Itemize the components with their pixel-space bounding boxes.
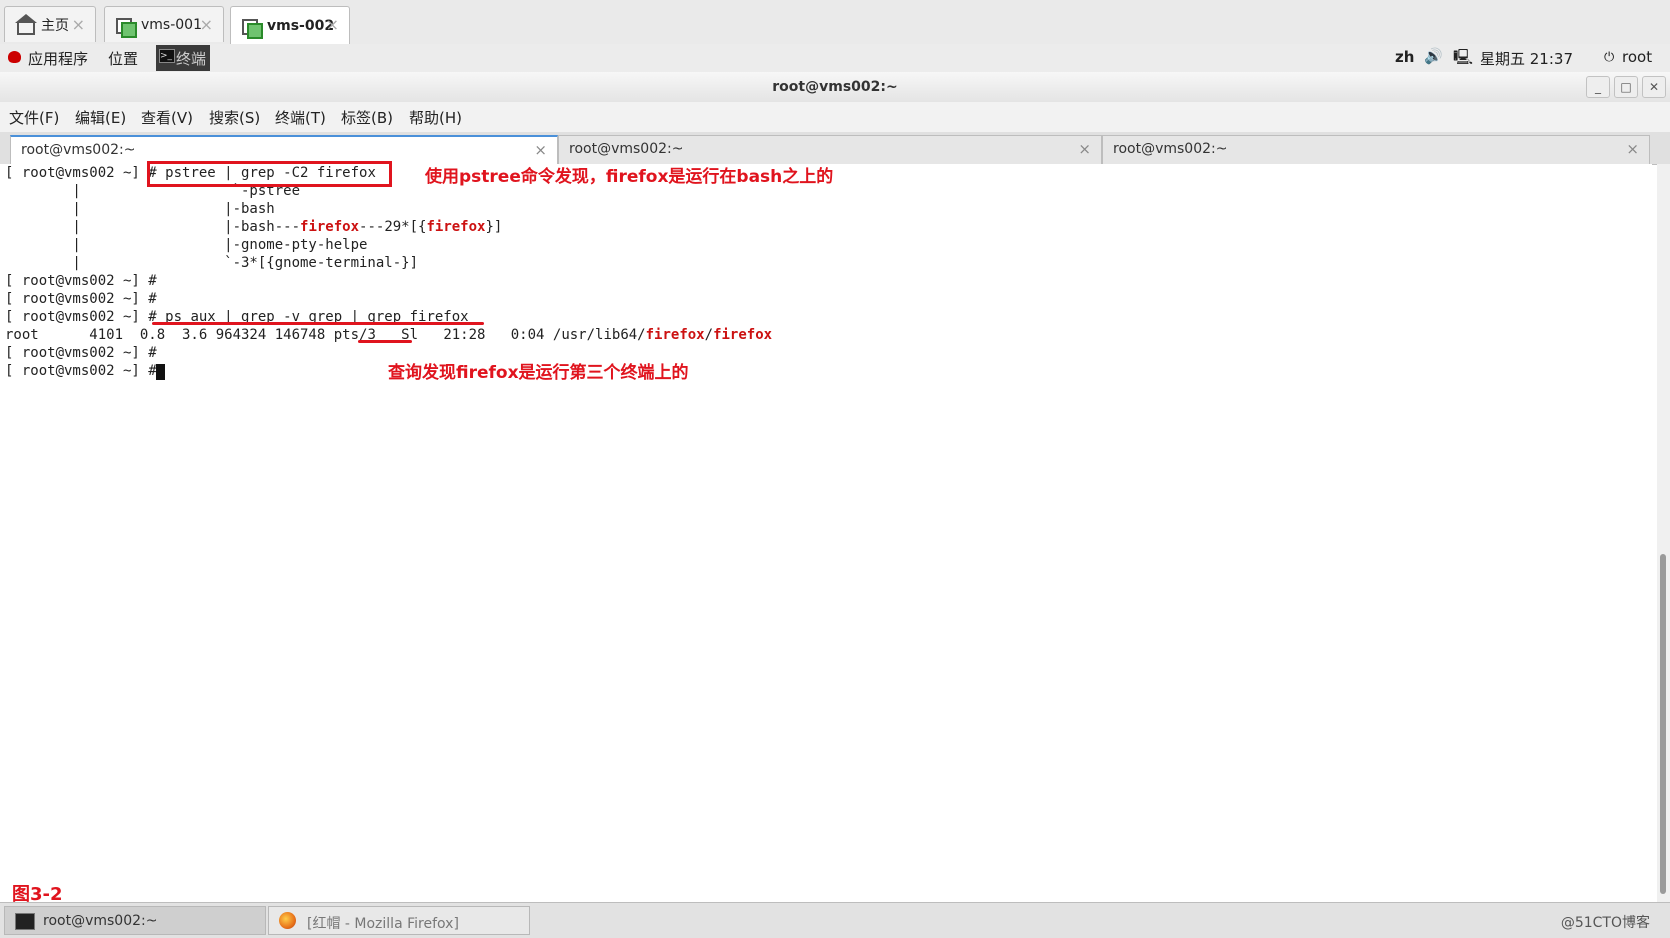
scrollbar[interactable] [1657, 164, 1670, 902]
underline-tty [358, 340, 412, 343]
taskbar-item-label: root@vms002:~ [43, 913, 158, 929]
terminal-line: [ root@vms002 ~] # [5, 291, 166, 307]
terminal-line: | `-3*[{gnome-terminal-}] [5, 255, 419, 271]
top-panel: 应用程序 位置 >_ 终端 zh 🔊 🖳 星期五 21:37 ⏻ root [0, 44, 1670, 73]
terminal-line: [ root@vms002 ~] # [5, 363, 166, 379]
taskbar-item-firefox[interactable]: [红帽 - Mozilla Firefox] [268, 906, 530, 935]
underline-command [152, 322, 484, 325]
menu-file[interactable]: 文件(F) [9, 107, 59, 128]
vm-icon [115, 16, 137, 38]
vm-icon [241, 17, 263, 39]
scrollbar-thumb[interactable] [1660, 554, 1666, 894]
menu-tabs[interactable]: 标签(B) [341, 107, 393, 128]
text-cursor [156, 364, 165, 380]
menu-search[interactable]: 搜索(S) [209, 107, 260, 128]
volume-icon[interactable]: 🔊 [1424, 47, 1443, 65]
terminal-tab-3[interactable]: root@vms002:~ × [1102, 135, 1650, 164]
close-icon[interactable]: × [326, 15, 339, 34]
vm-tab-vms-002[interactable]: vms-002 × [230, 6, 350, 44]
places-menu[interactable]: 位置 [108, 48, 138, 69]
user-icon: ⏻ [1604, 50, 1615, 65]
network-icon[interactable]: 🖳 [1453, 47, 1473, 72]
terminal-tab-label: root@vms002:~ [21, 142, 136, 158]
menu-help[interactable]: 帮助(H) [409, 107, 462, 128]
menu-view[interactable]: 查看(V) [141, 107, 193, 128]
annotation-note-2: 查询发现firefox是运行第三个终端上的 [388, 363, 689, 383]
terminal-line: | |-gnome-pty-helpe [5, 237, 368, 253]
taskbar-item-terminal[interactable]: root@vms002:~ [4, 906, 266, 935]
home-icon [15, 13, 37, 35]
terminal-icon [15, 913, 35, 930]
watermark: @51CTO博客 [1560, 915, 1650, 931]
terminal-icon: >_ [159, 49, 175, 63]
close-icon[interactable]: × [72, 15, 85, 34]
language-indicator[interactable]: zh [1395, 48, 1414, 66]
menu-edit[interactable]: 编辑(E) [75, 107, 126, 128]
user-menu[interactable]: root [1622, 48, 1652, 66]
terminal-launcher[interactable]: >_ 终端 [156, 45, 210, 71]
close-window-icon[interactable]: ✕ [1642, 76, 1666, 98]
terminal-tab-2[interactable]: root@vms002:~ × [558, 135, 1102, 164]
vm-tab-vms-001[interactable]: vms-001 × [104, 6, 224, 42]
menu-terminal[interactable]: 终端(T) [275, 107, 326, 128]
window-title: root@vms002:~ [772, 79, 898, 95]
applications-menu[interactable]: 应用程序 [28, 48, 88, 69]
minimize-icon[interactable]: _ [1586, 76, 1610, 98]
close-icon[interactable]: × [534, 141, 547, 159]
terminal-tab-label: root@vms002:~ [569, 141, 684, 157]
redhat-icon [8, 51, 21, 63]
close-icon[interactable]: × [1078, 140, 1091, 158]
close-icon[interactable]: × [1626, 140, 1639, 158]
vm-tab-label: vms-001 [141, 16, 202, 33]
terminal-tab-label: root@vms002:~ [1113, 141, 1228, 157]
terminal-tab-1[interactable]: root@vms002:~ × [10, 135, 558, 164]
terminal-label: 终端 [176, 50, 207, 68]
annotation-note-1: 使用pstree命令发现，firefox是运行在bash之上的 [425, 167, 834, 187]
window-titlebar[interactable]: root@vms002:~ _ □ ✕ [0, 72, 1670, 103]
firefox-icon [279, 912, 296, 929]
bottom-taskbar: root@vms002:~ [红帽 - Mozilla Firefox] @51… [0, 902, 1670, 938]
taskbar-item-label: [红帽 - Mozilla Firefox] [307, 916, 459, 932]
menu-bar: 文件(F) 编辑(E) 查看(V) 搜索(S) 终端(T) 标签(B) 帮助(H… [0, 102, 1670, 132]
terminal-output[interactable]: [ root@vms002 ~] # pstree | grep -C2 fir… [0, 161, 1652, 902]
vm-tab-label: vms-002 [267, 17, 335, 34]
terminal-line: [ root@vms002 ~] # [5, 345, 166, 361]
maximize-icon[interactable]: □ [1614, 76, 1638, 98]
terminal-line: | |-bash---firefox---29*[{firefox}] [5, 219, 503, 235]
highlight-box [147, 161, 392, 187]
terminal-line: | |-bash [5, 201, 275, 217]
vm-tab-label: 主页 [41, 17, 69, 34]
vm-tab-bar: 主页 × vms-001 × vms-002 × [0, 0, 1670, 45]
vm-tab-home[interactable]: 主页 × [4, 6, 96, 42]
clock[interactable]: 星期五 21:37 [1480, 48, 1573, 69]
close-icon[interactable]: × [200, 15, 213, 34]
terminal-line: [ root@vms002 ~] # [5, 273, 166, 289]
